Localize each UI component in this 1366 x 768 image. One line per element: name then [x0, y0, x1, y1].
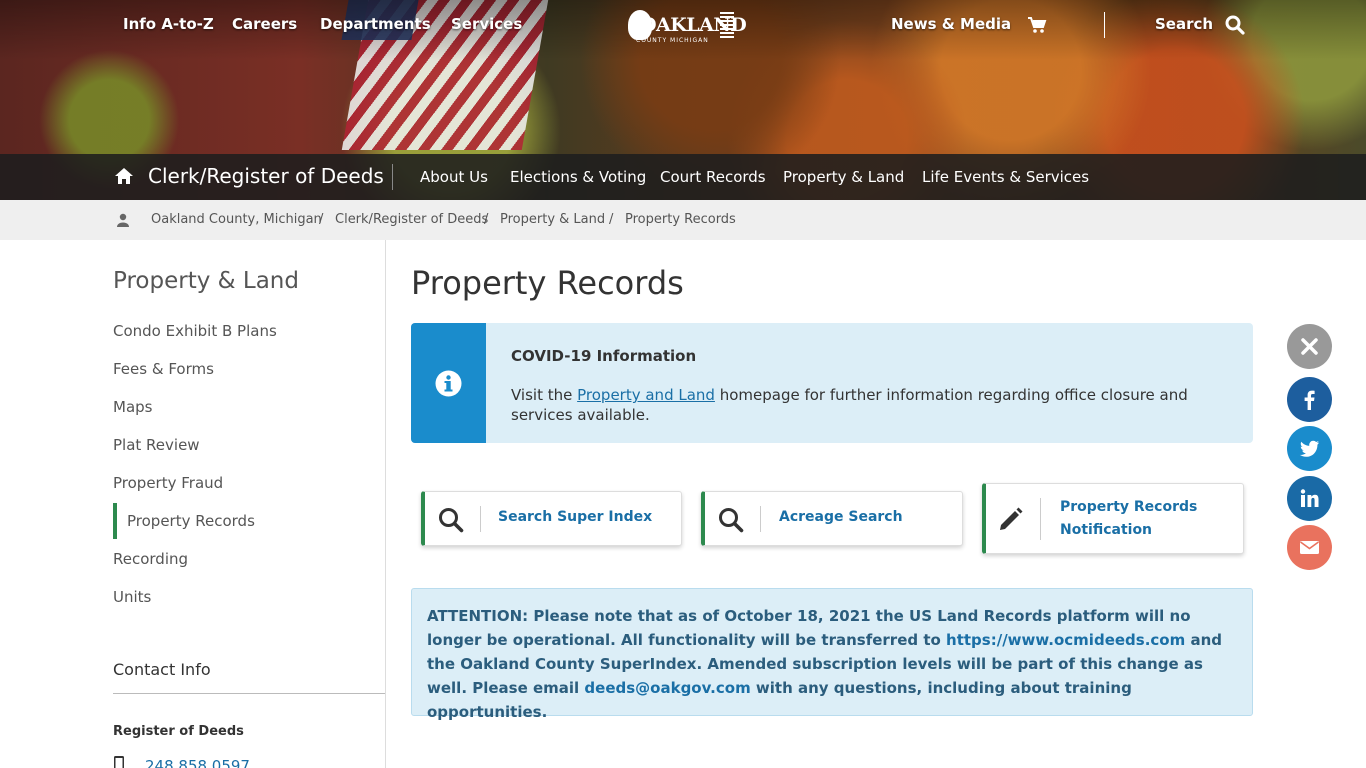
- twitter-icon: [1299, 440, 1319, 457]
- nav-divider: [1104, 12, 1105, 38]
- sidebar-item-property-records[interactable]: Property Records: [127, 512, 255, 530]
- top-navigation: Info A-to-Z Careers Departments Services…: [0, 0, 1366, 52]
- pencil-icon: [1000, 507, 1023, 530]
- linkedin-icon: [1300, 489, 1319, 507]
- subnav-court-records[interactable]: Court Records: [660, 168, 766, 186]
- covid-text: Visit the Property and Land homepage for…: [511, 386, 1188, 424]
- phone-icon: [114, 756, 124, 768]
- nav-info-a-to-z[interactable]: Info A-to-Z: [123, 15, 214, 33]
- envelope-icon: [1300, 541, 1319, 554]
- nav-careers[interactable]: Careers: [232, 15, 297, 33]
- sidebar-item-fees[interactable]: Fees & Forms: [113, 360, 214, 378]
- hero-banner: Info A-to-Z Careers Departments Services…: [0, 0, 1366, 200]
- cart-icon[interactable]: [1027, 16, 1047, 34]
- sidebar-item-units[interactable]: Units: [113, 588, 151, 606]
- contact-subtitle: Register of Deeds: [113, 724, 244, 739]
- breadcrumb-oakland[interactable]: Oakland County, Michigan: [151, 212, 322, 227]
- linkedin-share-button[interactable]: [1287, 476, 1332, 521]
- twitter-share-button[interactable]: [1287, 426, 1332, 471]
- property-land-link[interactable]: Property and Land: [577, 386, 715, 404]
- sidebar-title: Property & Land: [113, 268, 299, 294]
- sidebar: Property & Land Condo Exhibit B Plans Fe…: [0, 240, 386, 768]
- oakland-county-logo[interactable]: OAKLAND COUNTY MICHIGAN: [626, 8, 747, 46]
- breadcrumb-clerk[interactable]: Clerk/Register of Deeds: [335, 212, 488, 227]
- subnav-life-events[interactable]: Life Events & Services: [922, 168, 1089, 186]
- breadcrumb-property-land[interactable]: Property & Land: [500, 212, 605, 227]
- nav-news-media[interactable]: News & Media: [891, 15, 1011, 33]
- attention-notice: ATTENTION: Please note that as of Octobe…: [411, 588, 1253, 721]
- subnav-elections-voting[interactable]: Elections & Voting: [510, 168, 646, 186]
- subnav-about-us[interactable]: About Us: [420, 168, 488, 186]
- sidebar-item-recording[interactable]: Recording: [113, 550, 188, 568]
- department-title[interactable]: Clerk/Register of Deeds: [148, 164, 384, 188]
- facebook-share-button[interactable]: [1287, 377, 1332, 422]
- breadcrumb: Oakland County, Michigan / Clerk/Registe…: [0, 200, 1366, 240]
- building-icon: [720, 12, 734, 38]
- facebook-icon: [1304, 390, 1315, 410]
- contact-title: Contact Info: [113, 660, 211, 679]
- email-share-button[interactable]: [1287, 525, 1332, 570]
- nav-services[interactable]: Services: [451, 15, 522, 33]
- home-icon[interactable]: [114, 167, 134, 185]
- search-icon: [719, 508, 744, 533]
- ocmideeds-link[interactable]: https://www.ocmideeds.com: [946, 631, 1185, 649]
- person-icon[interactable]: [117, 213, 129, 227]
- close-share-button[interactable]: [1287, 324, 1332, 369]
- subnav-property-land[interactable]: Property & Land: [783, 168, 904, 186]
- sidebar-item-plat-review[interactable]: Plat Review: [113, 436, 200, 454]
- covid-alert: COVID-19 Information Visit the Property …: [411, 323, 1253, 443]
- sidebar-item-condo[interactable]: Condo Exhibit B Plans: [113, 322, 277, 340]
- nav-departments[interactable]: Departments: [320, 15, 431, 33]
- info-icon: [435, 370, 462, 397]
- department-navigation: Clerk/Register of Deeds About Us Electio…: [0, 154, 1366, 200]
- acreage-search-button[interactable]: Acreage Search: [701, 491, 963, 546]
- divider: [113, 693, 385, 694]
- sidebar-item-maps[interactable]: Maps: [113, 398, 152, 416]
- attention-text: ATTENTION: Please note that as of Octobe…: [427, 607, 1222, 721]
- nav-search[interactable]: Search: [1155, 15, 1213, 33]
- active-indicator: [113, 503, 117, 539]
- search-icon[interactable]: [1225, 15, 1245, 35]
- phone-link[interactable]: 248.858.0597: [145, 757, 250, 768]
- close-icon: [1301, 338, 1318, 355]
- property-records-notification-button[interactable]: Property Records Notification: [982, 483, 1244, 554]
- search-super-index-button[interactable]: Search Super Index: [421, 491, 682, 546]
- search-icon: [439, 508, 464, 533]
- page-title: Property Records: [411, 264, 684, 302]
- sidebar-item-property-fraud[interactable]: Property Fraud: [113, 474, 223, 492]
- breadcrumb-current: Property Records: [625, 212, 736, 227]
- covid-title: COVID-19 Information: [511, 347, 697, 365]
- email-link[interactable]: deeds@oakgov.com: [584, 679, 750, 697]
